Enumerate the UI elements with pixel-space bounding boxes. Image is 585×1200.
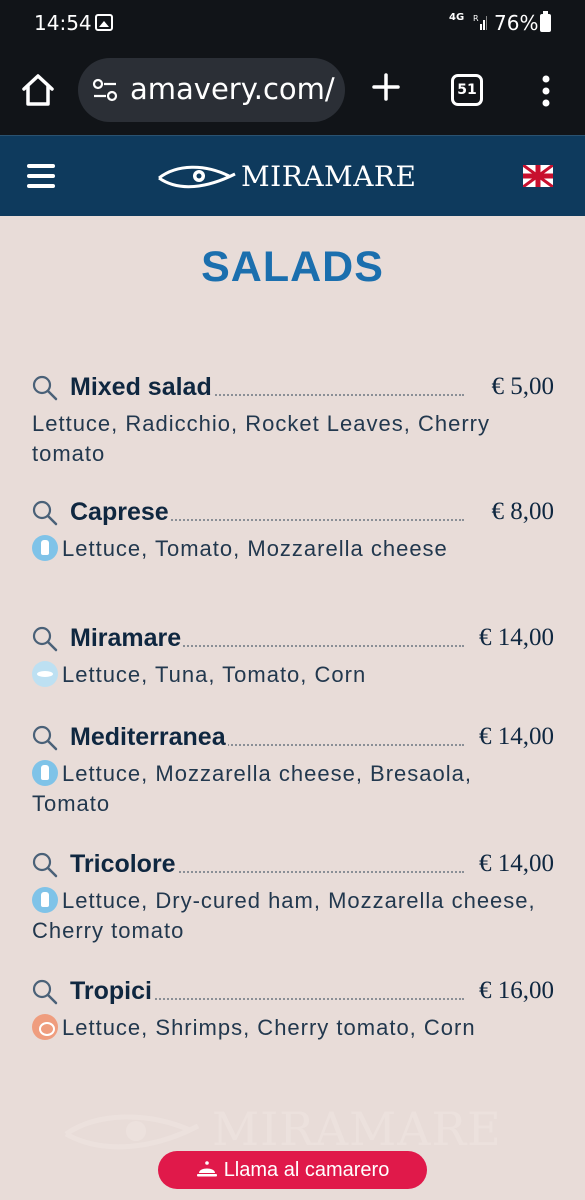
item-price: € 14,00 xyxy=(473,850,554,878)
site-logo[interactable]: MIRAMARE xyxy=(157,158,417,196)
watermark-logo: MIRAMARE xyxy=(62,1102,532,1158)
milk-icon xyxy=(32,535,58,561)
image-notification-icon xyxy=(95,14,113,31)
item-description: Lettuce, Tomato, Mozzarella cheese xyxy=(62,536,448,561)
item-price: € 14,00 xyxy=(473,624,554,652)
hamburger-menu-icon[interactable] xyxy=(27,164,55,188)
item-price: € 16,00 xyxy=(473,977,554,1005)
new-tab-icon[interactable] xyxy=(371,72,401,102)
uk-flag-icon[interactable] xyxy=(523,165,553,187)
service-bell-icon xyxy=(196,1161,217,1177)
item-description: Lettuce, Shrimps, Cherry tomato, Corn xyxy=(62,1015,476,1040)
item-name: Mixed salad xyxy=(70,373,214,402)
milk-icon xyxy=(32,887,58,913)
call-waiter-button[interactable]: Llama al camarero xyxy=(158,1151,427,1189)
item-price: € 8,00 xyxy=(485,498,554,526)
browser-toolbar: amavery.com/ 51 xyxy=(0,44,585,135)
item-name: Tricolore xyxy=(70,850,178,879)
battery-percent: 76% xyxy=(494,11,539,35)
brand-name: MIRAMARE xyxy=(241,160,417,193)
milk-icon xyxy=(32,760,58,786)
item-price: € 14,00 xyxy=(473,723,554,751)
eye-logo-icon xyxy=(158,165,236,189)
address-bar[interactable]: amavery.com/ xyxy=(78,58,345,122)
menu-item: Miramare € 14,00 Lettuce, Tuna, Tomato, … xyxy=(32,624,554,690)
search-icon[interactable] xyxy=(32,725,58,751)
signal-icon: R xyxy=(473,14,487,30)
search-icon[interactable] xyxy=(32,626,58,652)
call-waiter-label[interactable]: Llama al camarero xyxy=(224,1159,390,1181)
item-name: Tropici xyxy=(70,977,154,1006)
battery-icon xyxy=(540,11,551,32)
item-description: Lettuce, Mozzarella cheese, Bresaola, To… xyxy=(32,761,472,816)
url-text[interactable]: amavery.com/ xyxy=(130,72,335,106)
search-icon[interactable] xyxy=(32,500,58,526)
menu-item: Mediterranea € 14,00 Lettuce, Mozzarella… xyxy=(32,723,554,819)
menu-item: Caprese € 8,00 Lettuce, Tomato, Mozzarel… xyxy=(32,498,554,564)
item-name: Mediterranea xyxy=(70,723,228,752)
status-time: 14:54 xyxy=(34,11,92,35)
menu-item: Mixed salad € 5,00 Lettuce, Radicchio, R… xyxy=(32,373,554,469)
item-description: Lettuce, Dry-cured ham, Mozzarella chees… xyxy=(32,888,536,943)
item-price: € 5,00 xyxy=(485,373,554,401)
eye-watermark-icon xyxy=(64,1114,200,1150)
section-title: SALADS xyxy=(201,243,384,291)
watermark-text: MIRAMARE xyxy=(212,1102,502,1156)
search-icon[interactable] xyxy=(32,979,58,1005)
fish-icon xyxy=(32,661,58,687)
item-description: Lettuce, Radicchio, Rocket Leaves, Cherr… xyxy=(32,411,490,466)
site-settings-icon[interactable] xyxy=(92,78,118,102)
network-type: 4G xyxy=(449,12,465,23)
menu-item: Tricolore € 14,00 Lettuce, Dry-cured ham… xyxy=(32,850,554,946)
more-options-icon[interactable] xyxy=(536,74,556,108)
item-name: Miramare xyxy=(70,624,184,653)
tab-switcher-button[interactable]: 51 xyxy=(451,74,483,106)
item-description: Lettuce, Tuna, Tomato, Corn xyxy=(62,662,367,687)
search-icon[interactable] xyxy=(32,375,58,401)
crustacean-icon xyxy=(32,1014,58,1040)
home-icon[interactable] xyxy=(20,72,56,108)
menu-item: Tropici € 16,00 Lettuce, Shrimps, Cherry… xyxy=(32,977,554,1043)
search-icon[interactable] xyxy=(32,852,58,878)
signal-roaming-label: R xyxy=(473,14,479,23)
status-bar: 14:54 4G R 76% xyxy=(0,0,585,44)
item-name: Caprese xyxy=(70,498,171,527)
site-header: MIRAMARE xyxy=(0,135,585,216)
